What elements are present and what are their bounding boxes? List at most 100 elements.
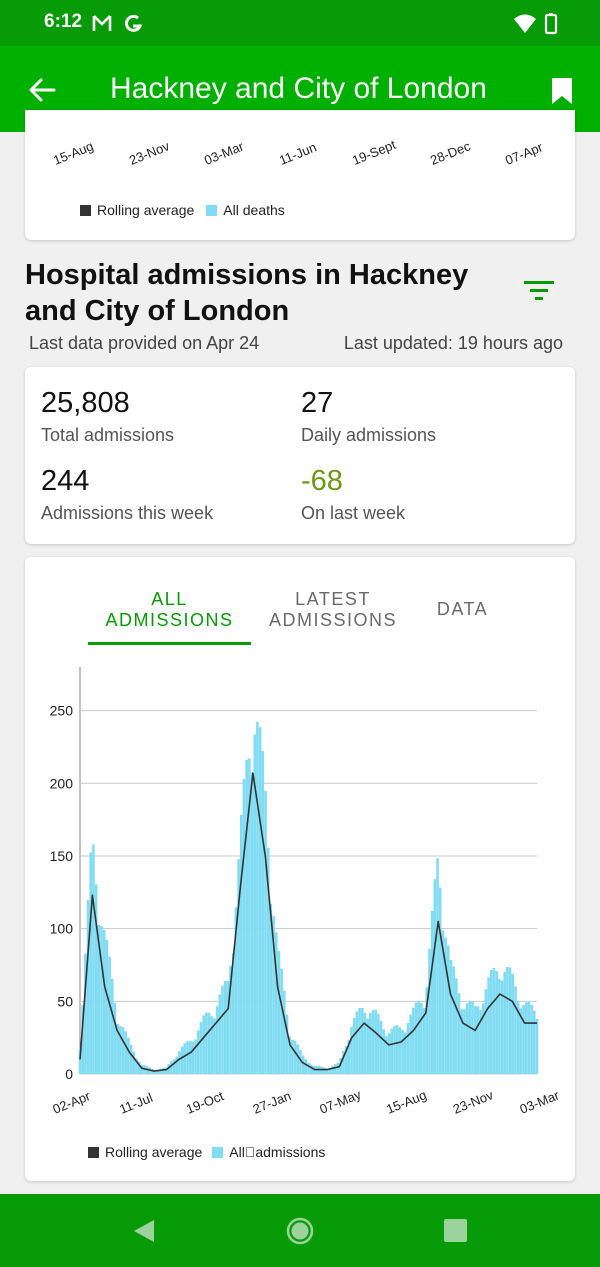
admissions-bar bbox=[533, 1010, 536, 1074]
admissions-bar bbox=[170, 1061, 173, 1074]
admissions-bar bbox=[446, 945, 450, 1074]
admissions-bar bbox=[457, 993, 461, 1074]
admissions-bar bbox=[239, 814, 243, 1074]
admissions-bar bbox=[108, 956, 111, 1074]
admissions-bar bbox=[417, 1000, 421, 1074]
y-tick-label: 250 bbox=[50, 703, 74, 719]
admissions-bar bbox=[180, 1046, 184, 1074]
admissions-bar bbox=[449, 959, 453, 1074]
x-tick-label: 11-Jul bbox=[117, 1090, 155, 1117]
admissions-bar bbox=[100, 926, 103, 1074]
admissions-bar bbox=[256, 721, 259, 1074]
admissions-bar bbox=[226, 980, 230, 1074]
admissions-bar bbox=[350, 1027, 353, 1074]
status-system-icons bbox=[512, 12, 560, 41]
admissions-bar bbox=[452, 966, 455, 1074]
admissions-bar bbox=[323, 1067, 326, 1074]
admissions-bar bbox=[274, 932, 278, 1074]
filter-button[interactable] bbox=[522, 278, 556, 304]
filter-icon bbox=[524, 281, 554, 300]
stat-total-value: 25,808 bbox=[41, 387, 130, 419]
admissions-bar bbox=[261, 751, 265, 1074]
deaths-x-tick: 28-Dec bbox=[428, 138, 473, 168]
deaths-x-tick: 11-Jun bbox=[277, 139, 319, 168]
admissions-bar bbox=[205, 1012, 208, 1074]
nav-back-button[interactable] bbox=[130, 1216, 160, 1246]
y-tick-label: 200 bbox=[50, 775, 74, 791]
admissions-chart: 0 50 100 150 200 250 02-Apr 11-Jul 19-Oct 27-Jan 0… bbox=[50, 667, 562, 1117]
bookmark-button[interactable] bbox=[550, 76, 574, 106]
admissions-bar bbox=[455, 978, 458, 1074]
deaths-x-tick: 23-Nov bbox=[127, 138, 172, 168]
back-button[interactable] bbox=[26, 74, 58, 106]
admissions-bar bbox=[186, 1041, 189, 1074]
legend-label-all: All admissions bbox=[229, 1144, 326, 1160]
admissions-bar bbox=[514, 986, 517, 1074]
admissions-bar bbox=[374, 1009, 378, 1074]
admissions-bar bbox=[250, 772, 254, 1074]
last-updated-text: Last updated: 19 hours ago bbox=[343, 333, 563, 353]
stat-total: 25,808 Total admissions bbox=[41, 387, 174, 446]
square-recents-icon bbox=[444, 1219, 467, 1242]
admissions-bar bbox=[398, 1027, 402, 1074]
admissions-bar bbox=[283, 990, 286, 1074]
admissions-bar bbox=[199, 1022, 203, 1074]
admissions-bar bbox=[430, 910, 434, 1074]
y-tick-label: 0 bbox=[65, 1066, 73, 1082]
admissions-bar bbox=[527, 1001, 531, 1074]
admissions-bar bbox=[291, 1039, 294, 1074]
rolling-average-line bbox=[79, 772, 537, 1072]
deaths-chart-card: 15-Aug 23-Nov 03-Mar 11-Jun 19-Sept 28-D… bbox=[25, 110, 575, 240]
admissions-bar bbox=[92, 844, 95, 1074]
legend-label-rolling: Rolling average bbox=[97, 202, 195, 218]
admissions-bar bbox=[503, 971, 507, 1074]
admissions-bar bbox=[277, 951, 281, 1074]
nav-home-button[interactable] bbox=[285, 1216, 315, 1246]
admissions-bar bbox=[530, 1004, 533, 1074]
deaths-x-tick: 15-Aug bbox=[51, 138, 96, 168]
admissions-bar bbox=[183, 1043, 187, 1074]
admissions-bar bbox=[495, 971, 498, 1074]
stat-daily-label: Daily admissions bbox=[301, 425, 437, 445]
admissions-bar bbox=[223, 980, 227, 1074]
legend-label-rolling: Rolling average bbox=[105, 1144, 203, 1160]
admissions-bar bbox=[162, 1067, 165, 1074]
admissions-bar bbox=[406, 1023, 410, 1074]
admissions-bar bbox=[215, 1006, 219, 1074]
admissions-bar bbox=[113, 1003, 117, 1074]
admissions-bar bbox=[86, 900, 90, 1074]
deaths-x-tick: 03-Mar bbox=[202, 138, 246, 168]
system-nav-bar bbox=[0, 1194, 600, 1267]
admissions-bar bbox=[194, 1039, 197, 1074]
y-tick-label: 100 bbox=[50, 921, 74, 937]
admissions-bar bbox=[360, 1007, 364, 1074]
deaths-chart-x-axis: 15-Aug 23-Nov 03-Mar 11-Jun 19-Sept 28-D… bbox=[25, 137, 575, 180]
admissions-bar bbox=[336, 1062, 340, 1074]
admissions-bar bbox=[105, 939, 109, 1074]
stat-week: 244 Admissions this week bbox=[41, 465, 213, 524]
x-tick-label: 23-Nov bbox=[451, 1087, 496, 1117]
wifi-battery-icon bbox=[514, 13, 558, 35]
x-tick-label: 07-May bbox=[317, 1086, 363, 1116]
admissions-bar bbox=[175, 1056, 179, 1074]
admissions-bar bbox=[121, 1027, 125, 1074]
admissions-bar bbox=[438, 887, 442, 1074]
admissions-bar bbox=[304, 1059, 308, 1074]
admissions-bar bbox=[379, 1020, 383, 1074]
admissions-chart-legend: Rolling average All admissions bbox=[88, 1144, 325, 1160]
stat-change-label: On last week bbox=[301, 503, 406, 523]
admissions-bar bbox=[535, 1018, 539, 1074]
admissions-bar bbox=[218, 994, 222, 1074]
admissions-bar bbox=[352, 1018, 356, 1074]
x-tick-label: 27-Jan bbox=[251, 1088, 293, 1117]
admissions-bar bbox=[433, 879, 437, 1074]
admissions-bar bbox=[245, 759, 248, 1074]
admissions-bar bbox=[387, 1033, 391, 1074]
admissions-bar bbox=[511, 973, 515, 1074]
admissions-bar bbox=[191, 1041, 195, 1074]
admissions-bar bbox=[412, 1007, 415, 1074]
admissions-bar bbox=[127, 1037, 130, 1074]
admissions-bar bbox=[196, 1030, 200, 1074]
nav-recents-button[interactable] bbox=[441, 1216, 471, 1246]
admissions-chart-card: ALL ADMISSIONS LATEST ADMISSIONS DATA 05… bbox=[25, 557, 575, 1181]
